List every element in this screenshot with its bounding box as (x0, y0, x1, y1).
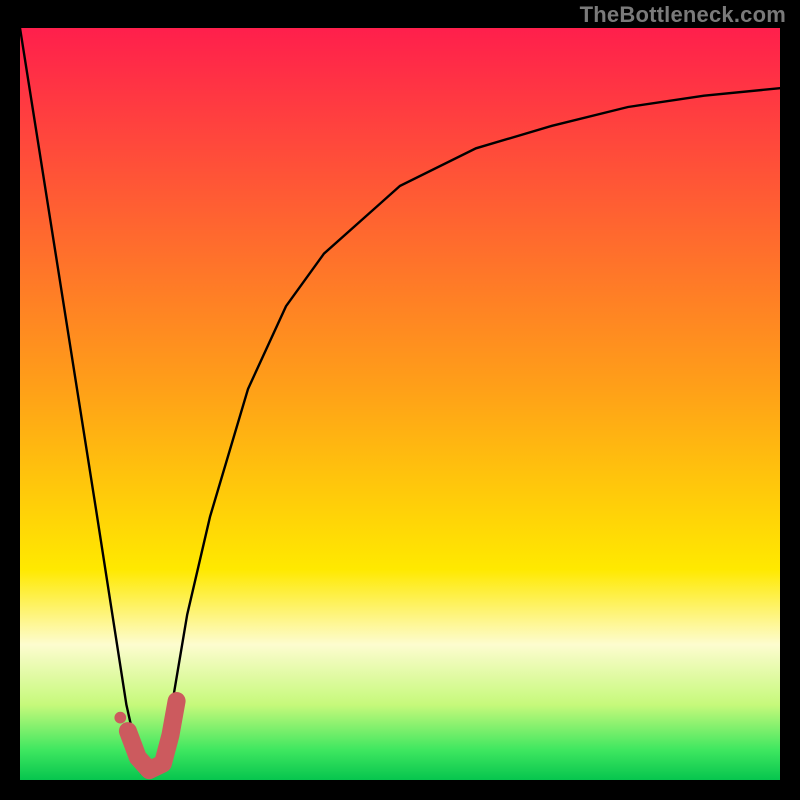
highlight-dot (114, 712, 126, 724)
gradient-plot-area (20, 28, 780, 780)
watermark-text: TheBottleneck.com (580, 2, 786, 28)
chart-container: TheBottleneck.com (0, 0, 800, 800)
bottleneck-chart (0, 0, 800, 800)
